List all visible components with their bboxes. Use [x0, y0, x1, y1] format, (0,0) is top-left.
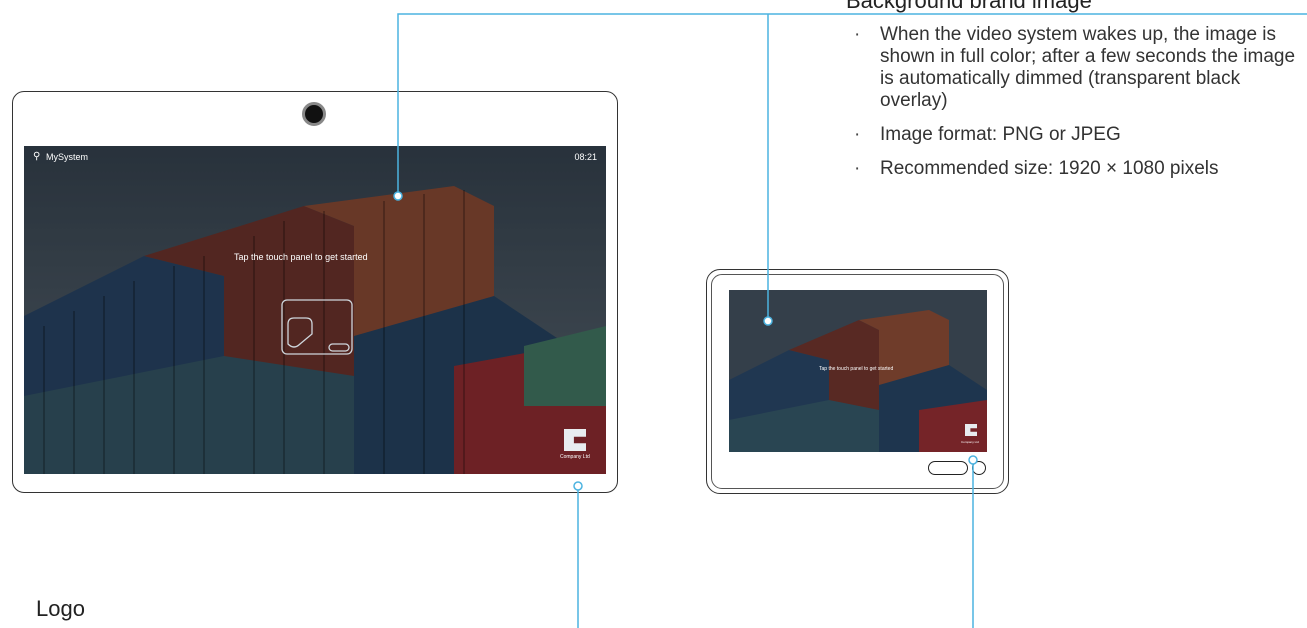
- logo-marker-large: [573, 481, 583, 491]
- callout-marker-small: [763, 316, 773, 326]
- callout-bullets: When the video system wakes up, the imag…: [848, 24, 1303, 192]
- callout-title: Background brand image: [846, 0, 1092, 13]
- logo-label: Logo: [36, 596, 85, 621]
- bullet-item: Image format: PNG or JPEG: [848, 124, 1303, 146]
- bullet-item: When the video system wakes up, the imag…: [848, 24, 1303, 112]
- bullet-item: Recommended size: 1920 × 1080 pixels: [848, 158, 1303, 180]
- callout-marker-large: [393, 191, 403, 201]
- logo-marker-small: [968, 455, 978, 465]
